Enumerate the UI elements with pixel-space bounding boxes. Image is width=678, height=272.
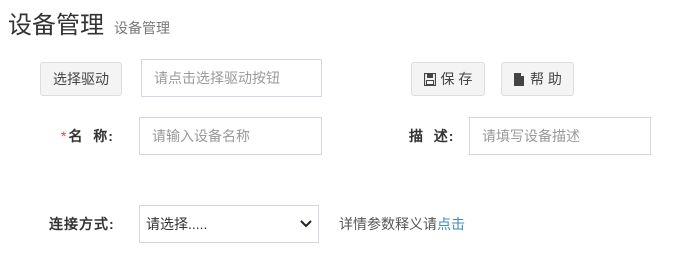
desc-label: 描 述: <box>409 117 454 155</box>
page-subtitle: 设备管理 <box>114 20 170 36</box>
help-button[interactable]: 帮 助 <box>501 62 574 96</box>
driver-input-placeholder: 请点击选择驱动按钮 <box>154 70 280 86</box>
help-button-label: 帮 助 <box>530 71 562 87</box>
connection-label: 连接方式: <box>49 216 115 232</box>
detail-hint-text: 详情参数释义请 <box>339 216 437 232</box>
device-name-input[interactable]: 请输入设备名称 <box>139 117 322 155</box>
device-name-placeholder: 请输入设备名称 <box>152 128 250 144</box>
file-icon <box>514 72 525 86</box>
connection-select[interactable]: 请选择..... <box>139 205 319 243</box>
device-desc-placeholder: 请填写设备描述 <box>482 128 580 144</box>
save-button-label: 保 存 <box>440 71 473 87</box>
save-button[interactable]: 保 存 <box>411 62 485 96</box>
desc-label-text: 描 述: <box>409 128 455 144</box>
device-desc-input[interactable]: 请填写设备描述 <box>469 117 651 155</box>
name-label-text: 名 称: <box>68 128 114 144</box>
detail-link[interactable]: 点击 <box>437 214 465 234</box>
connection-select-value: 请选择..... <box>146 216 208 232</box>
driver-input[interactable]: 请点击选择驱动按钮 <box>141 59 322 97</box>
select-driver-button[interactable]: 选择驱动 <box>40 62 122 96</box>
detail-hint: 详情参数释义请 点击 <box>339 205 465 243</box>
page-title-main: 设备管理 <box>8 12 104 39</box>
page-title: 设备管理 设备管理 <box>8 5 170 40</box>
required-mark: * <box>61 128 68 144</box>
save-icon <box>423 72 436 86</box>
name-label: * 名 称: <box>61 117 114 155</box>
chevron-down-icon <box>300 220 312 228</box>
